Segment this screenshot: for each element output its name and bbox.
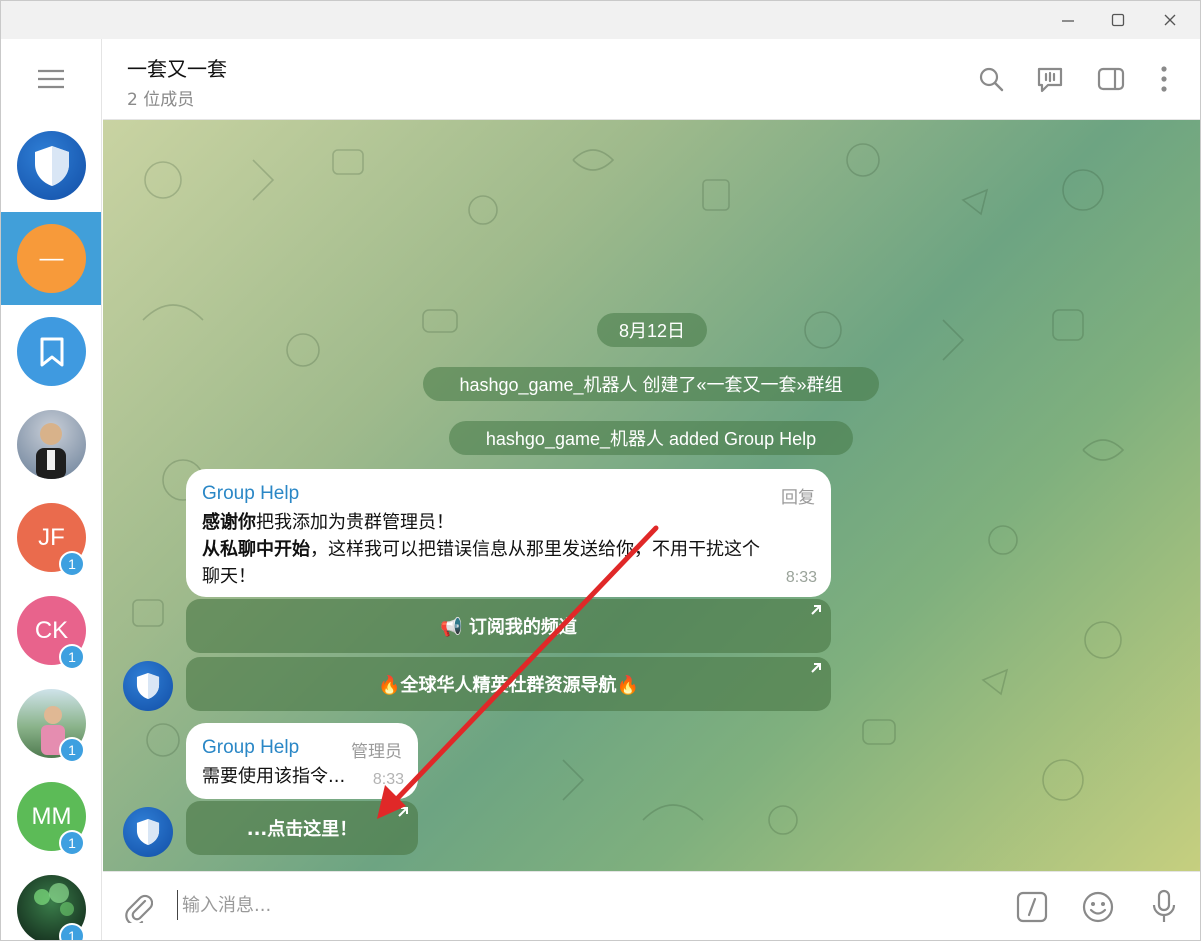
service-message: hashgo_game_机器人 added Group Help (449, 421, 853, 455)
unread-badge: 1 (59, 644, 85, 670)
message-text: 感谢你把我添加为贵群管理员！ 从私聊中开始，这样我可以把错误信息从那里发送给你，… (202, 509, 760, 590)
message-bubble[interactable]: Group Help 回复 感谢你把我添加为贵群管理员！ 从私聊中开始，这样我可… (186, 469, 831, 597)
voice-chat-button[interactable] (1032, 61, 1068, 97)
chat-item-photo-2[interactable]: 1 (1, 863, 101, 940)
avatar-initials: CK (34, 616, 69, 644)
inline-button-subscribe[interactable]: 📢 订阅我的频道 (186, 599, 831, 653)
minimize-button[interactable] (1045, 5, 1091, 35)
search-icon (979, 67, 1004, 92)
chat-item-saved[interactable] (1, 305, 101, 398)
minimize-icon (1062, 20, 1074, 22)
unread-badge: 1 (59, 551, 85, 577)
date-divider: 8月12日 (597, 313, 707, 347)
smile-icon (1082, 891, 1114, 923)
avatar (17, 131, 86, 200)
unread-badge: 1 (59, 737, 85, 763)
chat-title: 一套又一套 (127, 57, 227, 81)
message-time: 8:33 (785, 569, 817, 586)
button-label: 📢 订阅我的频道 (440, 617, 577, 638)
message-area[interactable]: 8月12日 hashgo_game_机器人 创建了«一套又一套»群组 hashg… (103, 120, 1200, 871)
search-button[interactable] (973, 61, 1009, 97)
external-link-icon (811, 663, 821, 673)
inline-button-click-here[interactable]: ...点击这里！ (186, 801, 418, 855)
message-composer (103, 871, 1200, 940)
telegram-window: — JF 1 CK 1 1 MM 1 1 一套又一套 2 位成员 8月12日 h… (0, 0, 1201, 941)
member-count: 2 位成员 (127, 90, 195, 110)
reply-tag[interactable]: 回复 (781, 483, 815, 508)
shield-icon (136, 819, 160, 845)
chat-item-mm[interactable]: MM 1 (1, 770, 101, 863)
chat-item-ck[interactable]: CK 1 (1, 584, 101, 677)
avatar (17, 410, 86, 479)
shield-icon (34, 145, 69, 186)
voice-message-button[interactable] (1145, 888, 1183, 926)
text: 把我添加为贵群管理员！ (256, 512, 454, 533)
bold-text: 感谢你 (202, 512, 256, 533)
side-panel-button[interactable] (1093, 61, 1129, 97)
chat-item-person[interactable] (1, 398, 101, 491)
attach-button[interactable] (119, 888, 157, 926)
sender-name[interactable]: Group Help (202, 483, 299, 505)
chat-item-group-help[interactable] (1, 119, 101, 212)
unread-badge: 1 (59, 830, 85, 856)
bot-commands-button[interactable] (1013, 888, 1051, 926)
avatar (17, 317, 86, 386)
maximize-button[interactable] (1095, 5, 1141, 35)
hamburger-icon (38, 69, 64, 89)
avatar-initials: — (39, 244, 64, 272)
text: 聊天！ (202, 566, 256, 587)
voice-chat-icon (1037, 67, 1063, 93)
admin-tag: 管理员 (351, 742, 402, 762)
emoji-button[interactable] (1079, 888, 1117, 926)
person-photo-icon (36, 423, 66, 479)
maximize-icon (1111, 13, 1125, 27)
avatar-initials: JF (38, 523, 65, 551)
menu-button[interactable] (26, 59, 76, 99)
chat-item-photo[interactable]: 1 (1, 677, 101, 770)
external-link-icon (398, 807, 408, 817)
chat-header[interactable]: 一套又一套 2 位成员 (103, 39, 1200, 120)
service-message: hashgo_game_机器人 创建了«一套又一套»群组 (423, 367, 879, 401)
close-icon (1164, 14, 1176, 26)
message-time: 8:33 (372, 771, 404, 788)
more-button[interactable] (1146, 61, 1182, 97)
bot-avatar[interactable] (123, 807, 173, 857)
chat-list-sidebar: — JF 1 CK 1 1 MM 1 1 (1, 39, 102, 940)
message-input[interactable] (177, 890, 977, 920)
microphone-icon (1152, 889, 1176, 922)
message-text: 需要使用该指令... (202, 766, 346, 787)
inline-button-navigation[interactable]: 🔥全球华人精英社群资源导航🔥 (186, 657, 831, 711)
text: ，这样我可以把错误信息从那里发送给你，不用干扰这个 (310, 539, 760, 560)
avatar-initials: MM (31, 802, 72, 830)
sender-name[interactable]: Group Help (202, 737, 299, 759)
chat-item-jf[interactable]: JF 1 (1, 491, 101, 584)
message-bubble[interactable]: Group Help 管理员 需要使用该指令... 8:33 (186, 723, 418, 799)
button-label: ...点击这里！ (246, 819, 358, 840)
more-vertical-icon (1161, 66, 1167, 92)
chat-item-active[interactable]: — (1, 212, 101, 305)
button-label: 🔥全球华人精英社群资源导航🔥 (378, 675, 639, 696)
bold-text: 从私聊中开始 (202, 539, 310, 560)
paperclip-icon (125, 894, 153, 923)
close-button[interactable] (1147, 5, 1193, 35)
shield-icon (136, 673, 160, 699)
avatar: — (17, 224, 86, 293)
side-panel-icon (1097, 67, 1125, 91)
title-bar (1, 1, 1200, 39)
slash-command-icon (1016, 891, 1048, 923)
bot-avatar[interactable] (123, 661, 173, 711)
bookmark-icon (40, 337, 63, 366)
external-link-icon (811, 605, 821, 615)
